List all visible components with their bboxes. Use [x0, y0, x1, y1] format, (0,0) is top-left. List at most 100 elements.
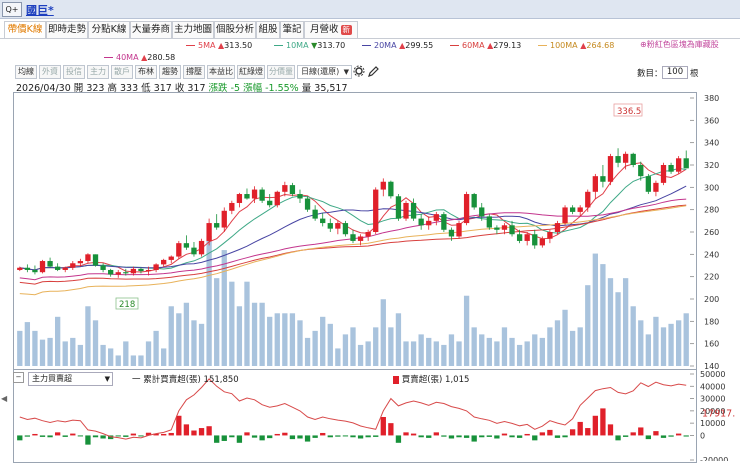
- volume-bar: [532, 334, 538, 366]
- net-buy-sell-bar: [138, 435, 144, 437]
- volume-bar: [380, 299, 386, 366]
- volume-bar: [539, 337, 545, 366]
- volume-bar: [214, 278, 220, 366]
- candle-body: [244, 194, 250, 199]
- volume-bar: [365, 341, 371, 366]
- price-y-axis: 140160180200220240260280300320340360380: [690, 94, 719, 371]
- candle-body: [554, 223, 561, 232]
- net-buy-sell-bar: [62, 435, 68, 437]
- candle-body: [335, 223, 341, 229]
- net-buy-sell-bar: [357, 435, 364, 439]
- net-buy-sell-bar: [569, 429, 576, 436]
- net-buy-sell-bar: [630, 432, 636, 436]
- volume-bar: [161, 348, 167, 366]
- volume-bar: [342, 334, 349, 366]
- volume-bar: [592, 253, 598, 366]
- sub-y-axis: -200000100002000030000400005000017917.: [690, 370, 735, 461]
- sub-tick-label: -20000: [700, 456, 728, 461]
- volume-bar: [585, 285, 591, 366]
- net-buy-sell-bar: [251, 435, 258, 438]
- candle-body: [161, 259, 167, 265]
- volume-bar: [562, 309, 568, 366]
- volume-bar: [373, 327, 379, 366]
- net-buy-sell-bar: [433, 432, 439, 436]
- volume-bar: [206, 236, 212, 366]
- sub-tick-label: 10000: [700, 419, 725, 428]
- volume-bar: [426, 337, 432, 366]
- volume-bar: [645, 334, 651, 366]
- candle-body: [418, 218, 424, 226]
- net-buy-sell-bar: [645, 435, 651, 440]
- net-buy-sell-bar: [320, 432, 326, 436]
- volume-bar: [418, 334, 424, 366]
- net-buy-sell-bar: [214, 435, 220, 443]
- candle-body: [532, 234, 538, 246]
- net-buy-sell-bar: [176, 415, 182, 436]
- volume-bar: [660, 327, 667, 366]
- candle-body: [456, 223, 462, 237]
- net-buy-sell-bar: [426, 435, 432, 438]
- volume-bar: [569, 330, 576, 366]
- net-buy-sell-bar: [456, 435, 462, 438]
- volume-bar: [17, 330, 23, 366]
- net-buy-sell-bar: [653, 431, 659, 436]
- net-buy-sell-bar: [471, 435, 477, 442]
- side-collapse-arrow[interactable]: ◀: [1, 394, 7, 403]
- net-buy-sell-bar: [244, 432, 250, 436]
- candle-body: [267, 200, 273, 206]
- candle-body: [486, 216, 492, 228]
- candle-body: [388, 181, 394, 197]
- net-buy-sell-bar: [191, 430, 197, 436]
- max-price-label: 336.5: [617, 107, 641, 117]
- volume-bar: [433, 341, 439, 366]
- net-buy-sell-bar: [501, 433, 508, 436]
- volume-bar: [675, 320, 682, 366]
- candle-body: [395, 196, 402, 219]
- candle-body: [145, 269, 152, 272]
- net-buy-sell-bar: [539, 432, 545, 436]
- candle-body: [448, 229, 455, 237]
- net-buy-sell-bar: [592, 415, 598, 436]
- volume-bar: [259, 302, 265, 366]
- volume-bar: [410, 341, 417, 366]
- volume-bar: [615, 292, 621, 366]
- net-buy-sell-bar: [274, 433, 280, 436]
- net-buy-sell-bar: [221, 435, 227, 441]
- candle-body: [138, 268, 144, 272]
- volume-bar: [547, 327, 553, 366]
- candle-body: [55, 266, 61, 270]
- candle-body: [176, 243, 182, 257]
- sub-tick-label: 40000: [700, 382, 725, 391]
- net-buy-sell-bar: [100, 435, 106, 439]
- volume-bar: [471, 327, 477, 366]
- price-tick-label: 280: [704, 206, 719, 215]
- candle-body: [433, 214, 439, 221]
- volume-bar: [607, 278, 614, 366]
- sub-tick-label: 30000: [700, 395, 725, 404]
- net-buy-sell-bar: [532, 435, 538, 441]
- volume-bar: [479, 334, 485, 366]
- volume-bar: [456, 341, 462, 366]
- sub-chart-checkbox[interactable]: −: [13, 372, 24, 383]
- candle-body: [463, 194, 470, 224]
- candle-body: [615, 156, 621, 163]
- daily-legend: 買賣超(張) 1,015: [393, 373, 469, 385]
- candle-body: [509, 225, 515, 235]
- sub-indicator-select[interactable]: 主力買賣超 ▼: [28, 372, 113, 386]
- net-buy-sell-bar: [615, 435, 621, 441]
- volume-bar: [335, 348, 341, 366]
- net-buy-sell-bar: [297, 435, 303, 439]
- volume-bar: [168, 306, 174, 366]
- net-buy-sell-bar: [206, 426, 212, 436]
- price-tick-label: 260: [704, 228, 719, 237]
- net-buy-sell-bar: [683, 435, 689, 437]
- volume-bar: [297, 320, 303, 366]
- candle-body: [645, 176, 651, 192]
- volume-bar: [92, 320, 99, 366]
- candle-body: [357, 236, 364, 241]
- net-buy-sell-bar: [183, 424, 190, 436]
- net-buy-sell-bar: [486, 435, 492, 437]
- volume-bar: [85, 306, 91, 366]
- price-tick-label: 360: [704, 116, 719, 125]
- candle-body: [191, 247, 197, 255]
